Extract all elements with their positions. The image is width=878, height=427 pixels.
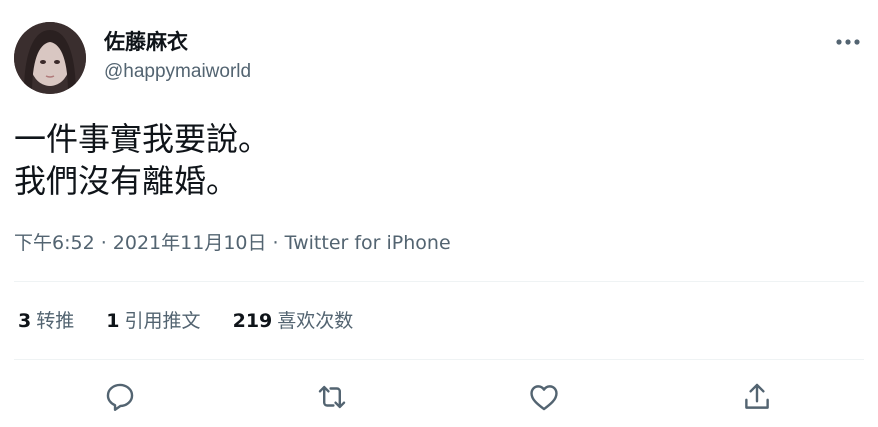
retweet-button[interactable] (315, 380, 349, 414)
quotes-label: 引用推文 (124, 310, 201, 332)
likes-count: 219 (232, 310, 273, 332)
reply-button[interactable] (103, 380, 137, 414)
tweet-metadata: 下午6:52 · 2021年11月10日 · Twitter for iPhon… (14, 229, 451, 257)
tweet-time[interactable]: 下午6:52 (14, 232, 95, 254)
retweets-count: 3 (18, 310, 32, 332)
avatar[interactable] (14, 22, 86, 94)
tweet-date[interactable]: 2021年11月10日 (113, 232, 267, 254)
meta-separator: · (266, 232, 285, 254)
retweets-stat[interactable]: 3 转推 (18, 307, 74, 335)
like-button[interactable] (527, 380, 561, 414)
divider (14, 359, 864, 360)
share-icon (745, 383, 769, 409)
tweet-line: 我們沒有離婚。 (14, 162, 239, 200)
quotes-count: 1 (106, 310, 120, 332)
likes-label: 喜欢次数 (277, 310, 354, 332)
reply-icon (106, 383, 134, 411)
share-button[interactable] (740, 380, 774, 414)
tweet-text: 一件事實我要說。 我們沒有離婚。 (14, 118, 270, 202)
meta-separator: · (94, 232, 113, 254)
display-name[interactable]: 佐藤麻衣 (104, 28, 188, 56)
tweet-card: 佐藤麻衣 @happymaiworld 一件事實我要說。 我們沒有離婚。 下午6… (0, 0, 878, 427)
like-icon (530, 385, 558, 411)
divider (14, 281, 864, 282)
likes-stat[interactable]: 219 喜欢次数 (233, 307, 354, 335)
profile-photo-icon (14, 22, 86, 94)
retweet-icon (318, 385, 346, 409)
more-options-icon[interactable] (832, 28, 864, 56)
user-handle[interactable]: @happymaiworld (104, 59, 251, 85)
retweets-label: 转推 (36, 310, 75, 332)
tweet-stats: 3 转推 1 引用推文 219 喜欢次数 (18, 307, 379, 335)
tweet-source[interactable]: Twitter for iPhone (285, 232, 451, 254)
tweet-line: 一件事實我要說。 (14, 120, 271, 158)
quotes-stat[interactable]: 1 引用推文 (106, 307, 200, 335)
